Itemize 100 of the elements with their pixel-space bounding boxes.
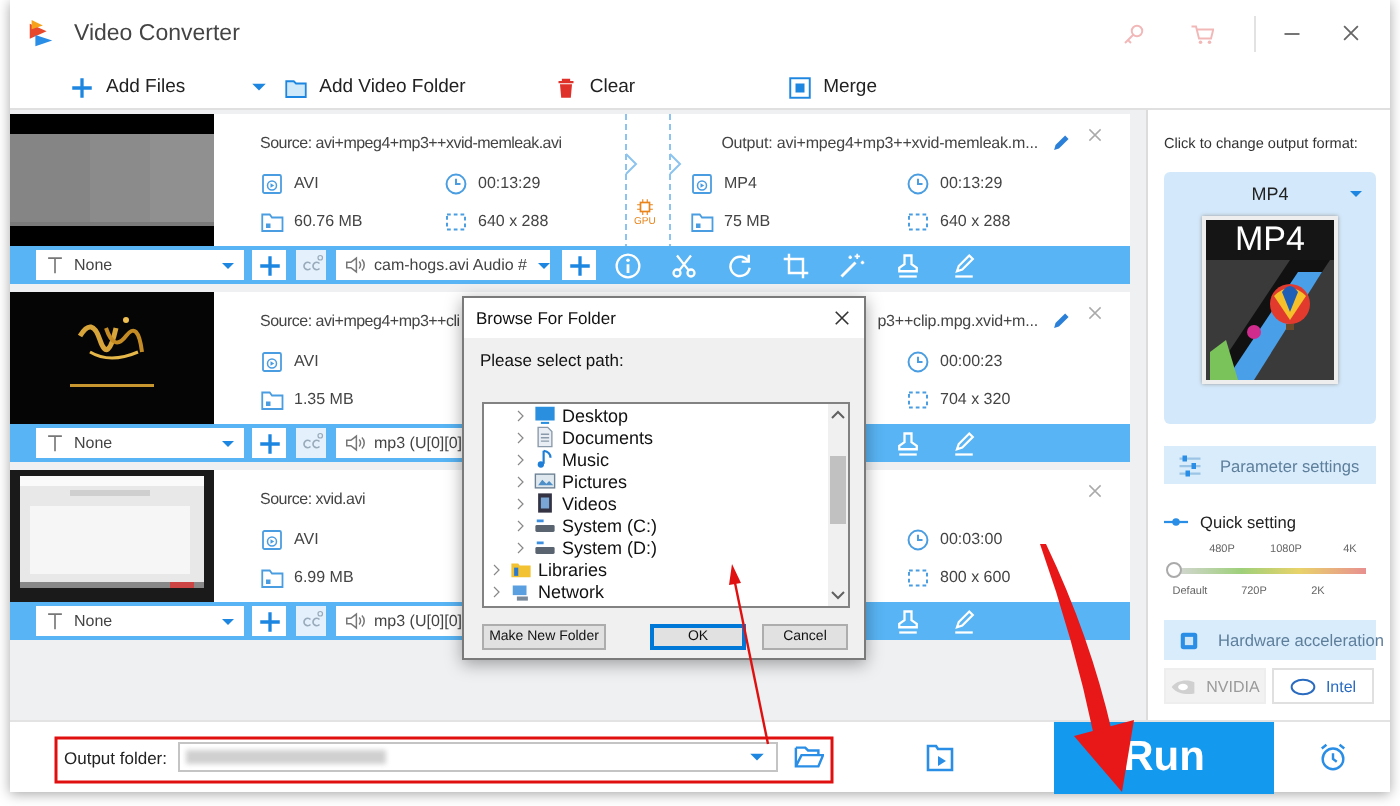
app-logo [26,18,56,48]
output-folder-field[interactable] [177,742,778,772]
duration: 00:03:00 [940,530,1003,548]
network-icon [510,580,532,602]
clock-icon [906,527,930,551]
speaker-icon [344,610,366,632]
chevron-icon[interactable] [512,517,528,533]
format-selector[interactable]: MP4 MP4 [1164,172,1376,424]
clear-button[interactable]: Clear [549,75,640,99]
caret-icon[interactable] [747,748,766,766]
chevron-icon[interactable] [512,429,528,445]
plus-icon [567,253,591,277]
library-folder-icon [510,558,532,580]
folder-name[interactable]: Desktop [562,405,629,425]
parameter-settings-button[interactable]: Parameter settings [1164,446,1376,484]
merge-button[interactable]: Merge [783,75,881,99]
subtitle-dropdown[interactable]: None [36,250,244,280]
add-subtitle-button[interactable] [252,250,286,280]
crop-icon[interactable] [782,251,810,279]
close-icon[interactable] [1340,22,1362,44]
dialog-prompt: Please select path: [480,350,624,370]
edit-icon[interactable] [950,251,978,279]
folder-name[interactable]: System (C:) [562,515,658,535]
folder-name[interactable]: Network [538,581,605,601]
document-icon [534,426,556,448]
monitor-icon [534,404,556,426]
slider-thumb[interactable] [1166,561,1182,577]
stamp-icon[interactable] [894,429,922,457]
output-format: MP4 [724,174,757,192]
format-name: MP4 [1251,184,1289,204]
alarm-clock-icon[interactable] [1317,742,1347,772]
film-icon [534,492,556,514]
edit-icon[interactable] [950,607,978,635]
subtitle-dropdown[interactable]: None [36,428,244,458]
subtitle-icon [299,609,323,633]
chevron-icon[interactable] [512,473,528,489]
source-file-name: Source: avi+mpeg4+mp3++cli [260,311,460,329]
text-style-icon [44,254,66,276]
clock-icon [906,349,930,373]
subtitle-settings-button[interactable] [296,250,326,280]
duration: 00:00:23 [940,352,1003,370]
edit-icon[interactable] [950,429,978,457]
add-subtitle-button[interactable] [252,428,286,458]
pencil-icon[interactable] [1050,309,1072,331]
folder-icon [260,387,284,411]
source-format: AVI [294,530,319,548]
caret-icon [220,435,236,451]
close-icon[interactable] [832,308,852,328]
caret-icon [220,613,236,629]
add-files-button[interactable]: Add Files [66,75,190,99]
add-folder-button[interactable]: Add Video Folder [279,75,470,99]
magic-wand-icon[interactable] [838,251,866,279]
info-icon[interactable] [614,251,642,279]
pencil-icon[interactable] [1050,131,1072,153]
add-audio-button[interactable] [562,250,596,280]
chevron-icon[interactable] [488,583,504,599]
image-icon [534,470,556,492]
source-file-name: Source: avi+mpeg4+mp3++xvid-memleak.avi [260,133,562,151]
caret-icon [1348,186,1364,202]
chevron-icon[interactable] [512,539,528,555]
intel-button[interactable]: Intel [1272,668,1374,704]
output-file-name: p3++clip.mpg.xvid+m... [877,311,1038,329]
folder-name[interactable]: System (D:) [562,537,658,557]
stamp-icon[interactable] [894,251,922,279]
rotate-icon[interactable] [726,251,754,279]
clock-icon [444,171,468,195]
stamp-icon[interactable] [894,607,922,635]
add-subtitle-button[interactable] [252,606,286,636]
open-folder-icon[interactable] [793,742,824,772]
merge-icon [787,75,812,99]
scissors-icon[interactable] [670,251,698,279]
caret-icon[interactable] [249,78,268,96]
subtitle-settings-button[interactable] [296,606,326,636]
drive-icon [534,514,556,536]
folder-name[interactable]: Pictures [562,471,628,491]
scrollbar[interactable] [828,404,848,606]
audio-dropdown[interactable]: cam-hogs.avi Audio # [336,250,550,280]
resolution: 704 x 320 [940,390,1011,408]
subtitle-icon [299,253,323,277]
subtitle-dropdown[interactable]: None [36,606,244,636]
chevron-icon[interactable] [512,407,528,423]
chevron-icon[interactable] [512,495,528,511]
oval-logo-icon [1289,673,1316,699]
clock-icon [906,171,930,195]
quick-setting-label: Quick setting [1200,512,1296,532]
video-folder-icon[interactable] [923,741,956,773]
resize-icon [444,209,468,233]
chevron-icon[interactable] [512,451,528,467]
video-file-icon [690,171,714,195]
trash-icon [553,75,578,99]
subtitle-icon [299,431,323,455]
folder-name[interactable]: Libraries [538,559,608,579]
chevron-icon[interactable] [488,561,504,577]
chip-icon [1178,629,1200,651]
addfolder-icon [283,75,308,99]
drive-icon [534,536,556,558]
folder-name[interactable]: Documents [562,427,654,447]
folder-name[interactable]: Music [562,449,610,469]
subtitle-settings-button[interactable] [296,428,326,458]
folder-name[interactable]: Videos [562,493,617,513]
